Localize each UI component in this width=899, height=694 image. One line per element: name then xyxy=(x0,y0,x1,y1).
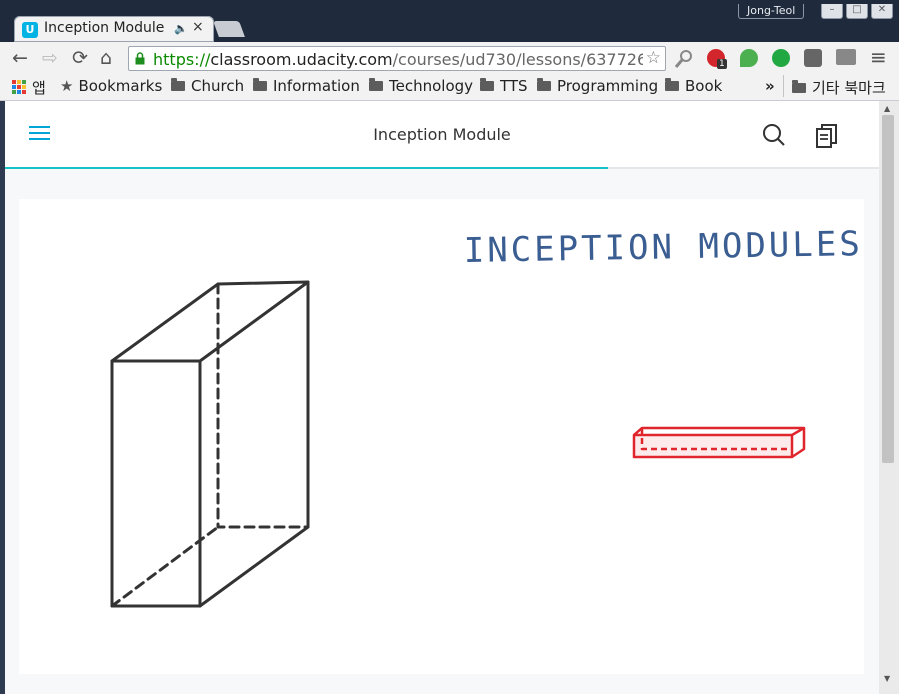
reload-icon[interactable]: ⟳ xyxy=(72,47,88,69)
apps-grid-icon xyxy=(12,80,26,94)
url-scheme: https:// xyxy=(153,50,211,69)
notes-icon[interactable] xyxy=(815,123,839,149)
other-bookmarks-folder[interactable]: 기타 북마크 xyxy=(792,77,886,98)
scroll-down-arrow-icon[interactable]: ▼ xyxy=(884,674,890,683)
evernote-extension-icon[interactable] xyxy=(740,49,758,67)
adblock-extension-icon[interactable]: 1 xyxy=(707,49,727,69)
speaker-icon[interactable]: 🔈 xyxy=(174,22,188,35)
pushbullet-extension-icon[interactable] xyxy=(772,49,790,67)
bookmark-label: Technology xyxy=(389,77,474,95)
tool-extension-icon[interactable] xyxy=(836,49,856,65)
url-host: classroom.udacity.com xyxy=(210,50,393,69)
bookmark-label: Information xyxy=(273,77,360,95)
chrome-menu-icon[interactable]: ≡ xyxy=(870,45,887,69)
tab-inception-module[interactable]: U Inception Module 🔈 × xyxy=(14,16,214,42)
bookmark-star-icon[interactable]: ☆ xyxy=(646,48,661,68)
page-scrollbar[interactable]: ▲ ▼ xyxy=(879,101,899,694)
folder-icon xyxy=(171,78,185,91)
extension-badge-count: 1 xyxy=(717,59,727,69)
large-box-drawing xyxy=(110,280,310,608)
screenshot-extension-icon[interactable] xyxy=(804,49,822,67)
url-path: /courses/ud730/lessons/6377263405/c xyxy=(392,50,643,69)
apps-shortcut[interactable]: 앱 xyxy=(12,77,46,98)
bookmark-item-bookmarks[interactable]: ★ Bookmarks xyxy=(60,77,162,95)
star-icon: ★ xyxy=(60,77,74,95)
video-frame-drawing: INCEPTION MODULES xyxy=(110,224,863,608)
page-viewport: Inception Module INCEPTION MODULES xyxy=(5,101,879,694)
bookmark-label: Programming xyxy=(557,77,659,95)
magnifier-extension-icon[interactable] xyxy=(674,49,694,69)
address-bar[interactable]: https://classroom.udacity.com/courses/ud… xyxy=(128,46,666,71)
window-titlebar: Jong-Teol – □ ✕ U Inception Module 🔈 × xyxy=(0,0,899,42)
other-bookmarks-label: 기타 북마크 xyxy=(812,79,886,97)
scroll-thumb[interactable] xyxy=(882,115,894,463)
apps-label: 앱 xyxy=(32,79,46,97)
folder-icon xyxy=(369,78,383,91)
classroom-header: Inception Module xyxy=(5,101,879,167)
bookmark-folder-information[interactable]: Information xyxy=(253,77,360,95)
bookmarks-overflow-button[interactable]: » xyxy=(765,77,775,95)
bookmark-folder-book[interactable]: Book xyxy=(665,77,722,95)
bookmark-folder-technology[interactable]: Technology xyxy=(369,77,473,95)
profile-user-badge[interactable]: Jong-Teol xyxy=(738,4,805,19)
bookmark-label: Bookmarks xyxy=(78,77,163,95)
home-icon[interactable]: ⌂ xyxy=(100,47,112,69)
search-icon[interactable] xyxy=(762,123,786,147)
bookmarks-bar: 앱 ★ Bookmarks Church Information Technolo… xyxy=(0,75,899,101)
bookmarks-divider xyxy=(783,75,784,97)
forward-arrow-icon[interactable]: ⇨ xyxy=(42,47,58,69)
bookmark-folder-programming[interactable]: Programming xyxy=(537,77,658,95)
folder-icon xyxy=(792,80,806,93)
minimize-button[interactable]: – xyxy=(821,4,843,19)
bookmark-label: TTS xyxy=(500,77,528,95)
handwritten-title: INCEPTION MODULES xyxy=(463,224,863,271)
folder-icon xyxy=(537,78,551,91)
lock-icon xyxy=(135,52,145,65)
lesson-title: Inception Module xyxy=(373,125,511,144)
folder-icon xyxy=(480,78,494,91)
back-arrow-icon[interactable]: ← xyxy=(12,47,28,69)
tab-title: Inception Module xyxy=(44,20,165,36)
lesson-video[interactable]: INCEPTION MODULES xyxy=(19,199,864,674)
bookmark-label: Book xyxy=(685,77,723,95)
new-tab-button[interactable] xyxy=(213,21,245,37)
bookmark-folder-tts[interactable]: TTS xyxy=(480,77,528,95)
bookmark-folder-church[interactable]: Church xyxy=(171,77,244,95)
url-text: https://classroom.udacity.com/courses/ud… xyxy=(153,50,643,69)
red-slab-drawing xyxy=(632,426,806,459)
udacity-favicon-icon: U xyxy=(22,22,38,38)
tab-close-button[interactable]: × xyxy=(192,19,204,35)
scroll-up-arrow-icon[interactable]: ▲ xyxy=(884,104,890,113)
folder-icon xyxy=(253,78,267,91)
folder-icon xyxy=(665,78,679,91)
browser-toolbar: ← ⇨ ⟳ ⌂ https://classroom.udacity.com/co… xyxy=(0,42,899,75)
close-window-button[interactable]: ✕ xyxy=(871,4,893,19)
bookmark-label: Church xyxy=(191,77,245,95)
maximize-button[interactable]: □ xyxy=(846,4,868,19)
